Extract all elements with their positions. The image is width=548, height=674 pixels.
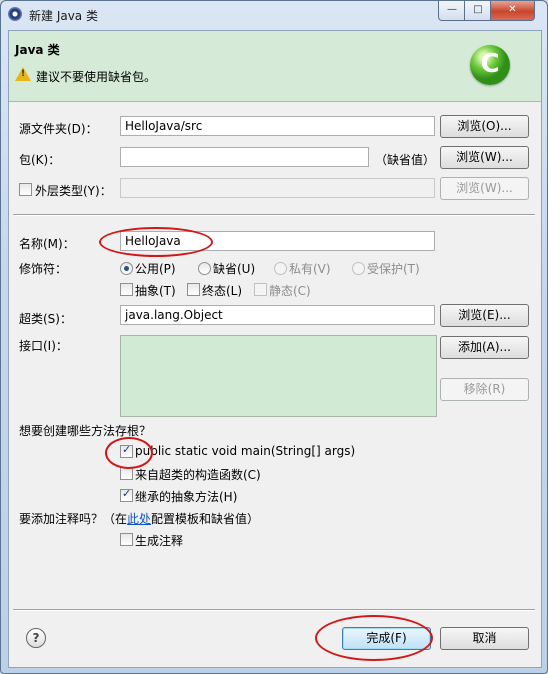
enclosing-type-label: 外层类型(Y)： (35, 184, 112, 198)
modifier-public-radio[interactable] (120, 262, 133, 275)
modifier-protected-label: 受保护(T) (367, 262, 420, 276)
source-folder-input[interactable]: HelloJava/src (120, 116, 435, 136)
dialog-body: Java 类 建议不要使用缺省包。 C 源文件夹(D)： HelloJava/s… (8, 30, 542, 668)
generate-comments-label: 生成注释 (135, 534, 184, 548)
modifier-protected-radio[interactable] (352, 262, 365, 275)
constructors-label: 来自超类的构造函数(C) (135, 468, 261, 482)
package-label: 包(K)： (19, 153, 61, 167)
modifier-public-label: 公用(P) (135, 262, 176, 276)
modifiers-label: 修饰符： (19, 262, 68, 276)
help-icon[interactable]: ? (26, 628, 46, 648)
eclipse-icon (8, 7, 22, 21)
close-button[interactable]: ✕ (490, 1, 535, 21)
logo-letter: C (480, 49, 500, 79)
cancel-button[interactable]: 取消 (440, 627, 529, 650)
modifier-default-label: 缺省(U) (213, 262, 256, 276)
add-interface-button[interactable]: 添加(A)... (440, 336, 529, 359)
generate-comments-checkbox[interactable] (120, 533, 133, 546)
modifier-default-radio[interactable] (198, 262, 211, 275)
final-label: 终态(L) (202, 284, 243, 298)
package-input[interactable] (120, 147, 369, 167)
method-stubs-question: 想要创建哪些方法存根？ (19, 424, 152, 438)
browse-superclass-button[interactable]: 浏览(E)... (440, 304, 529, 327)
finish-button[interactable]: 完成(F) (342, 627, 431, 650)
static-checkbox[interactable] (254, 283, 267, 296)
comments-question-prefix: 要添加注释吗？（在 (19, 512, 128, 526)
browse-enclosing-button[interactable]: 浏览(W)... (440, 177, 529, 200)
inherited-methods-checkbox[interactable] (120, 487, 133, 502)
footer-separator (13, 609, 535, 611)
separator (13, 214, 535, 216)
source-folder-label: 源文件夹(D)： (19, 122, 98, 136)
enclosing-type-input[interactable] (120, 178, 435, 198)
enclosing-type-checkbox[interactable] (19, 183, 32, 196)
constructors-checkbox[interactable] (120, 467, 133, 480)
abstract-label: 抽象(T) (135, 284, 176, 298)
class-name-input[interactable]: HelloJava (120, 231, 435, 251)
main-method-label: public static void main(String[] args) (135, 444, 356, 458)
modifier-private-radio[interactable] (274, 262, 287, 275)
comments-question-suffix: 配置模板和缺省值） (151, 512, 260, 526)
title-bar[interactable]: 新建 Java 类 — □ ✕ (1, 1, 547, 29)
comments-question: 要添加注释吗？（在此处配置模板和缺省值） (19, 510, 259, 527)
static-label: 静态(C) (269, 284, 311, 298)
minimize-button[interactable]: — (438, 1, 466, 21)
modifier-private-label: 私有(V) (289, 262, 331, 276)
maximize-button[interactable]: □ (464, 1, 492, 21)
package-default-note: （缺省值） (375, 153, 436, 167)
superclass-label: 超类(S)： (19, 312, 72, 326)
main-method-checkbox[interactable] (120, 443, 133, 458)
header-banner: Java 类 建议不要使用缺省包。 C (9, 31, 541, 102)
interfaces-label: 接口(I)： (19, 339, 68, 353)
configure-templates-link[interactable]: 此处 (127, 512, 151, 526)
abstract-checkbox[interactable] (120, 283, 133, 296)
remove-interface-button[interactable]: 移除(R) (440, 378, 529, 401)
warning-message: 建议不要使用缺省包。 (36, 70, 157, 84)
page-title: Java 类 (15, 43, 60, 57)
superclass-input[interactable]: java.lang.Object (120, 305, 435, 325)
browse-package-button[interactable]: 浏览(W)... (440, 146, 529, 169)
final-checkbox[interactable] (187, 283, 200, 296)
interfaces-list[interactable] (120, 335, 437, 417)
warning-icon (15, 67, 31, 81)
java-class-logo-icon: C (470, 45, 510, 85)
window-title: 新建 Java 类 (29, 9, 98, 23)
dialog-window: 新建 Java 类 — □ ✕ Java 类 建议不要使用缺省包。 C 源文件夹… (0, 0, 548, 674)
browse-source-folder-button[interactable]: 浏览(O)... (440, 115, 529, 138)
inherited-methods-label: 继承的抽象方法(H) (135, 490, 238, 504)
name-label: 名称(M)： (19, 237, 75, 251)
